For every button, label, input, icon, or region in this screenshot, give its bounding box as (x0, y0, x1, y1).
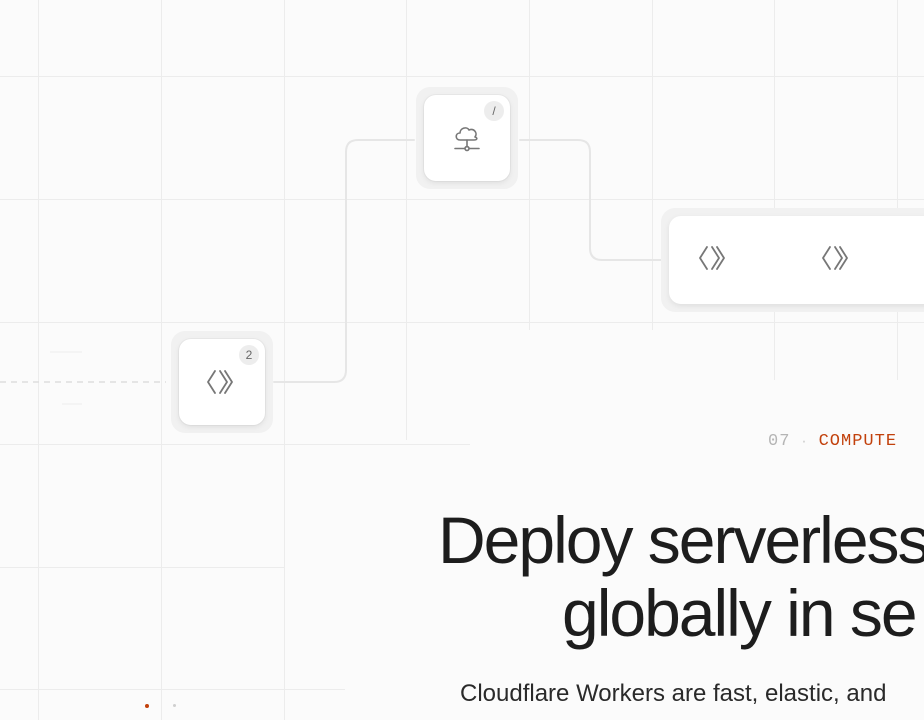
code-brackets-icon (699, 246, 725, 270)
section-kicker: 07 · COMPUTE (768, 432, 897, 451)
worker-node[interactable]: 2 (171, 331, 273, 433)
hero-subtext: Cloudflare Workers are fast, elastic, an… (460, 680, 887, 707)
worker-group-card[interactable] (669, 216, 924, 304)
worker-node-card[interactable]: 2 (179, 339, 265, 425)
code-brackets-icon (822, 246, 848, 270)
worker-group[interactable] (661, 208, 924, 312)
page: / 2 07 · COMPUTE Deploy serverless globa… (0, 0, 924, 720)
hero-headline: Deploy serverless globally in se (438, 504, 924, 650)
accent-dot (145, 704, 149, 708)
headline-line-1: Deploy serverless (438, 503, 924, 577)
accent-dot-muted (173, 704, 176, 707)
instance-count-badge: 2 (239, 345, 259, 365)
section-label: COMPUTE (818, 432, 898, 451)
section-separator: · (800, 435, 809, 449)
route-badge: / (484, 101, 504, 121)
section-number: 07 (768, 432, 791, 451)
code-brackets-icon (207, 370, 233, 394)
headline-line-2: globally in se (562, 576, 918, 650)
cloud-network-icon (454, 127, 480, 152)
gateway-node[interactable]: / (416, 87, 518, 189)
gateway-node-card[interactable]: / (424, 95, 510, 181)
